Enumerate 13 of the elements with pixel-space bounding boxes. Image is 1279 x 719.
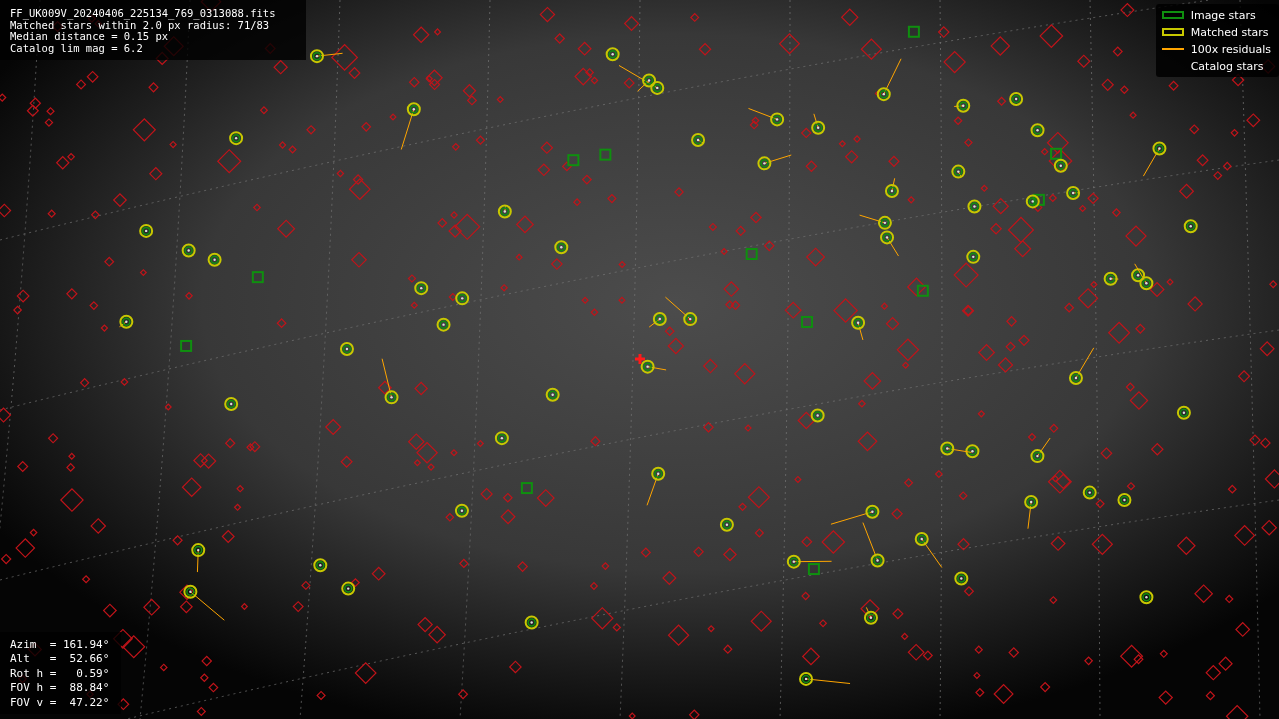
info-line: Median distance = 0.15 px <box>10 31 169 43</box>
info-line: Catalog lim mag = 6.2 <box>10 42 144 54</box>
legend-label: Matched stars <box>1190 25 1269 39</box>
pointing-line: FOV v = 47.22° <box>10 695 110 710</box>
legend-label: Catalog stars <box>1190 59 1264 73</box>
info-line: FF_UK009V_20240406_225134_769_0313088.fits <box>10 8 277 20</box>
pointing-line: FOV h = 88.84° <box>10 681 110 696</box>
info-line: Matched stars within 2.0 px radius: 71/83 <box>10 19 270 31</box>
pointing-line: Rot h = 0.59° <box>10 666 110 681</box>
pointing-line: Alt = 52.66° <box>10 652 110 667</box>
legend-label: Image stars <box>1190 8 1256 22</box>
legend-label: 100x residuals <box>1190 42 1271 56</box>
pointing-line: Azim = 161.94° <box>10 637 110 652</box>
